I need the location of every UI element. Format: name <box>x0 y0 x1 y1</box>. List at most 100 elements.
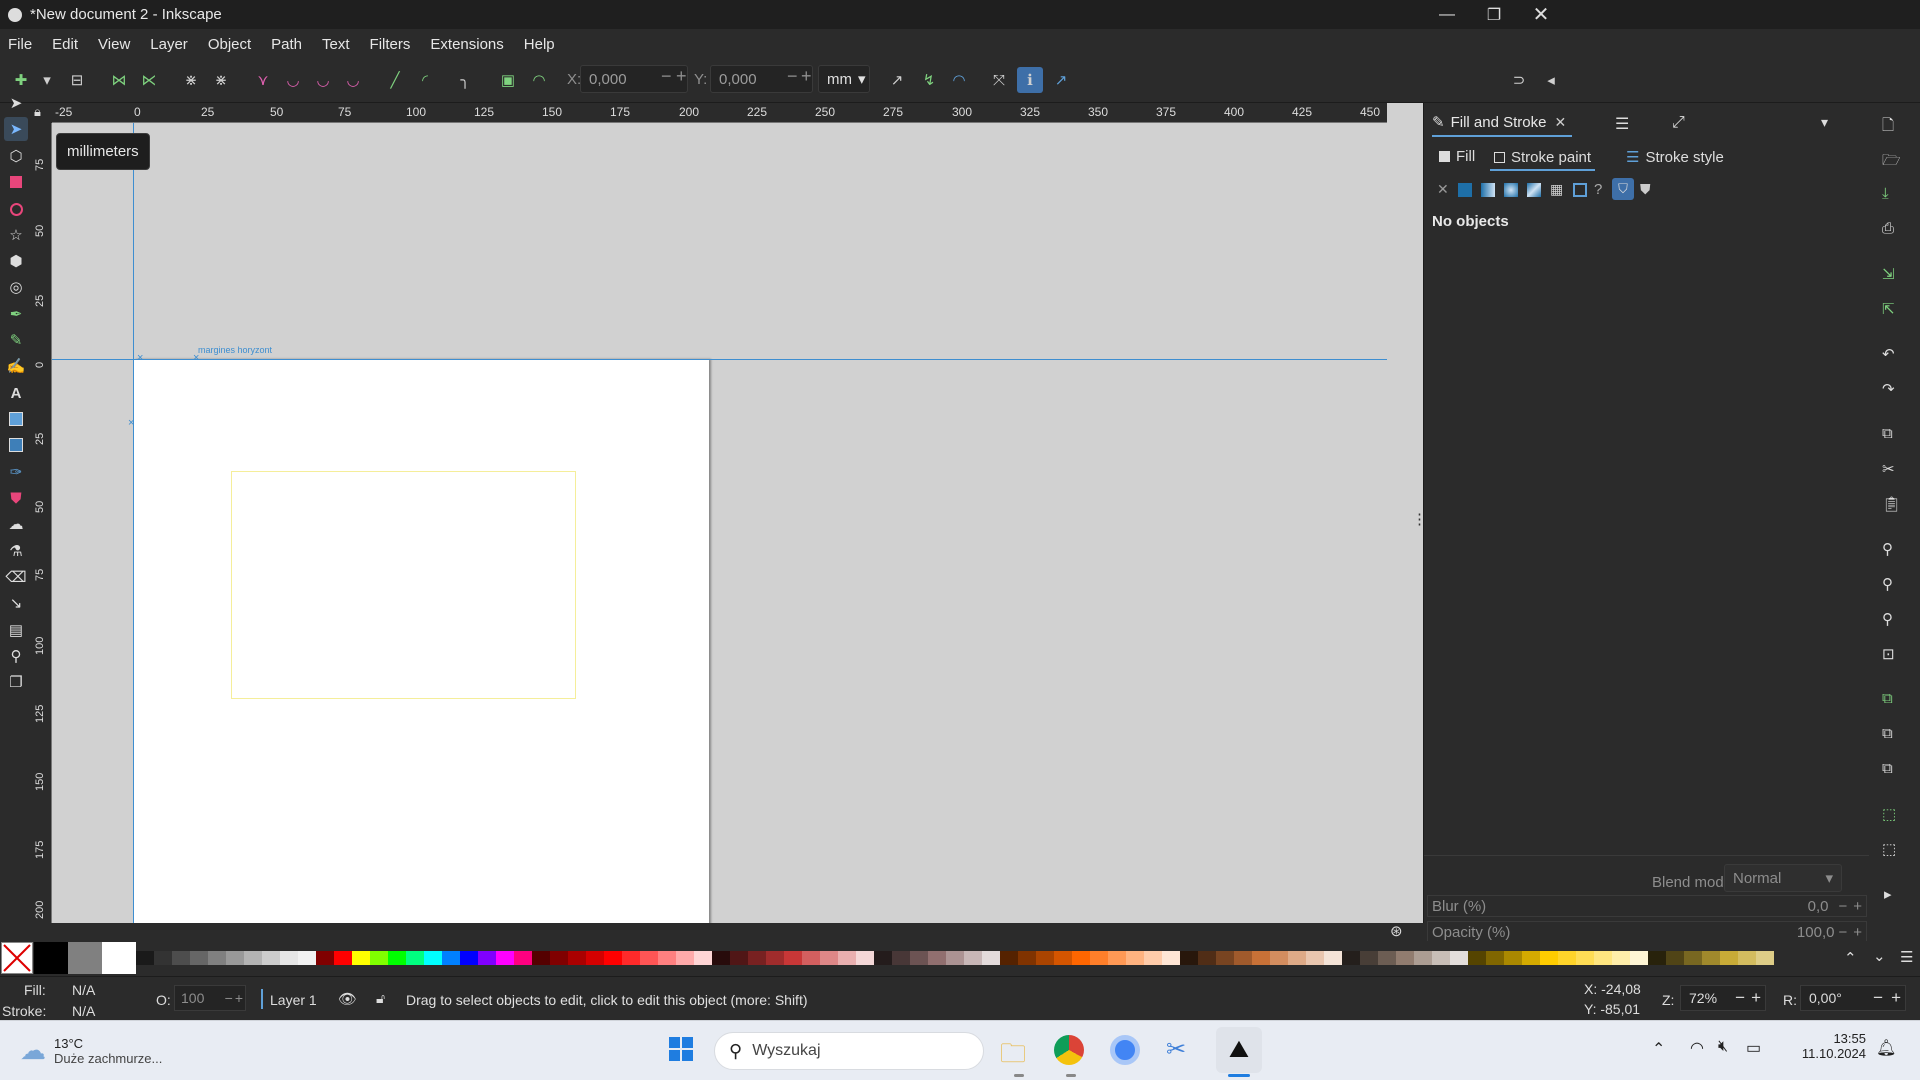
color-swatch[interactable] <box>1594 951 1612 965</box>
menu-help[interactable]: Help <box>524 36 555 53</box>
opacity-decrement-icon[interactable]: − <box>1838 924 1847 941</box>
blur-increment-icon[interactable]: + <box>1853 898 1862 915</box>
segment-line-icon[interactable]: ╱ <box>384 69 406 91</box>
color-swatch[interactable] <box>1180 951 1198 965</box>
color-swatch[interactable] <box>298 951 316 965</box>
palette-menu-icon[interactable]: ☰ <box>1900 948 1913 966</box>
color-swatch[interactable] <box>586 951 604 965</box>
color-swatch[interactable] <box>1666 951 1684 965</box>
color-swatch[interactable] <box>550 951 568 965</box>
color-swatch[interactable] <box>730 951 748 965</box>
subtab-stroke-style[interactable]: ☰ Stroke style <box>1626 148 1724 167</box>
color-swatch[interactable] <box>1216 951 1234 965</box>
color-swatch[interactable] <box>1378 951 1396 965</box>
color-swatch[interactable] <box>1144 951 1162 965</box>
tweak-tool-icon[interactable]: ☁ <box>4 512 28 536</box>
color-swatch[interactable] <box>1306 951 1324 965</box>
color-swatch[interactable] <box>478 951 496 965</box>
color-swatch[interactable] <box>568 951 586 965</box>
no-color-swatch[interactable] <box>1 942 33 974</box>
color-swatch[interactable] <box>68 942 102 974</box>
color-swatch[interactable] <box>1270 951 1288 965</box>
volume-muted-icon[interactable]: 🔇︎ <box>1718 1038 1728 1056</box>
wifi-icon[interactable]: ◠ <box>1690 1038 1704 1058</box>
pen-tool-icon[interactable]: ✒ <box>4 302 28 326</box>
join-segment-icon[interactable]: ⋇ <box>180 69 202 91</box>
open-file-icon[interactable]: 🗁︎ <box>1882 150 1901 175</box>
gradient-tool-icon[interactable] <box>4 407 28 431</box>
color-swatch[interactable] <box>136 951 154 965</box>
color-swatch[interactable] <box>1432 951 1450 965</box>
subtab-stroke-paint[interactable]: Stroke paint <box>1490 145 1596 171</box>
color-swatch[interactable] <box>802 951 820 965</box>
spray-tool-icon[interactable]: ⚗ <box>4 539 28 563</box>
color-swatch[interactable] <box>262 951 280 965</box>
add-corner-lpe-icon[interactable]: ╮ <box>454 69 476 91</box>
color-managed-icon[interactable]: ⊛ <box>1390 922 1403 940</box>
color-swatch[interactable] <box>874 951 892 965</box>
rectangle-tool-icon[interactable] <box>4 170 28 194</box>
mesh-tool-icon[interactable] <box>4 433 28 457</box>
color-swatch[interactable] <box>694 951 712 965</box>
rotate-plus-icon[interactable]: + <box>1891 988 1901 1008</box>
weather-widget[interactable]: ☁ 13°C Duże zachmurze... <box>20 1035 162 1066</box>
color-swatch[interactable] <box>1720 951 1738 965</box>
node-symmetric-icon[interactable]: ◡ <box>312 69 334 91</box>
rectangle-object[interactable] <box>231 471 576 699</box>
blur-decrement-icon[interactable]: − <box>1838 898 1847 915</box>
lock-guides-icon[interactable]: 🔒︎ <box>34 104 50 122</box>
layer-lock-icon[interactable]: 🔓︎ <box>376 990 385 1007</box>
no-paint-icon[interactable]: ✕ <box>1437 181 1449 198</box>
import-icon[interactable]: ⇲ <box>1882 265 1895 283</box>
color-swatch[interactable] <box>1414 951 1432 965</box>
color-swatch[interactable] <box>1630 951 1648 965</box>
color-swatch[interactable] <box>190 951 208 965</box>
color-swatch[interactable] <box>334 951 352 965</box>
group-icon[interactable]: ⬚ <box>1882 805 1896 823</box>
color-swatch[interactable] <box>766 951 784 965</box>
color-swatch[interactable] <box>604 951 622 965</box>
color-swatch[interactable] <box>1090 951 1108 965</box>
color-swatch[interactable] <box>838 951 856 965</box>
radial-gradient-icon[interactable] <box>1504 183 1518 197</box>
color-swatch[interactable] <box>964 951 982 965</box>
color-swatch[interactable] <box>352 951 370 965</box>
color-swatch[interactable] <box>1450 951 1468 965</box>
eraser-tool-icon[interactable]: ⌫ <box>4 565 28 589</box>
horizontal-ruler[interactable]: -25 0 25 50 75 100 125 150 175 200 225 2… <box>52 103 1387 123</box>
menu-text[interactable]: Text <box>322 36 350 53</box>
color-swatch[interactable] <box>154 951 172 965</box>
color-swatch[interactable] <box>442 951 460 965</box>
clock[interactable]: 13:55 11.10.2024 <box>1790 1031 1866 1061</box>
battery-icon[interactable]: ▭ <box>1746 1038 1761 1058</box>
object-to-path-icon[interactable]: ▣ <box>497 69 519 91</box>
y-increment-icon[interactable]: + <box>801 66 812 87</box>
stroke-value[interactable]: N/A <box>72 1003 95 1019</box>
x-coordinate-input[interactable]: 0,000 <box>580 65 688 93</box>
color-swatch[interactable] <box>388 951 406 965</box>
tab-fill-and-stroke[interactable]: ✎ Fill and Stroke ✕ <box>1432 109 1572 137</box>
print-icon[interactable]: ⎙ <box>1882 220 1894 237</box>
color-swatch[interactable] <box>1738 951 1756 965</box>
opacity-minus-icon[interactable]: − <box>225 990 233 1006</box>
color-swatch[interactable] <box>982 951 1000 965</box>
shape-builder-tool-icon[interactable]: ⬡ <box>4 144 28 168</box>
x-increment-icon[interactable]: + <box>676 66 687 87</box>
canvas[interactable]: margines horyzont × × × <box>52 123 1387 923</box>
zoom-selection-icon[interactable]: ⚲ <box>1882 540 1893 558</box>
color-swatch[interactable] <box>1540 951 1558 965</box>
subtab-fill[interactable]: Fill <box>1439 148 1475 165</box>
color-swatch[interactable] <box>1702 951 1720 965</box>
fill-rule-nonzero-icon[interactable]: ⛊ <box>1640 181 1651 198</box>
show-handles-icon[interactable]: ↯ <box>918 69 940 91</box>
star-tool-icon[interactable]: ☆ <box>4 223 28 247</box>
menu-layer[interactable]: Layer <box>150 36 188 53</box>
color-swatch[interactable] <box>748 951 766 965</box>
color-swatch[interactable] <box>514 951 532 965</box>
zoom-page-icon[interactable]: ⚲ <box>1882 610 1893 628</box>
menu-edit[interactable]: Edit <box>52 36 78 53</box>
color-swatch[interactable] <box>34 942 68 974</box>
delete-segment-icon[interactable]: ⋇ <box>210 69 232 91</box>
fill-value[interactable]: N/A <box>72 982 95 998</box>
horizontal-guide[interactable] <box>52 359 1387 360</box>
